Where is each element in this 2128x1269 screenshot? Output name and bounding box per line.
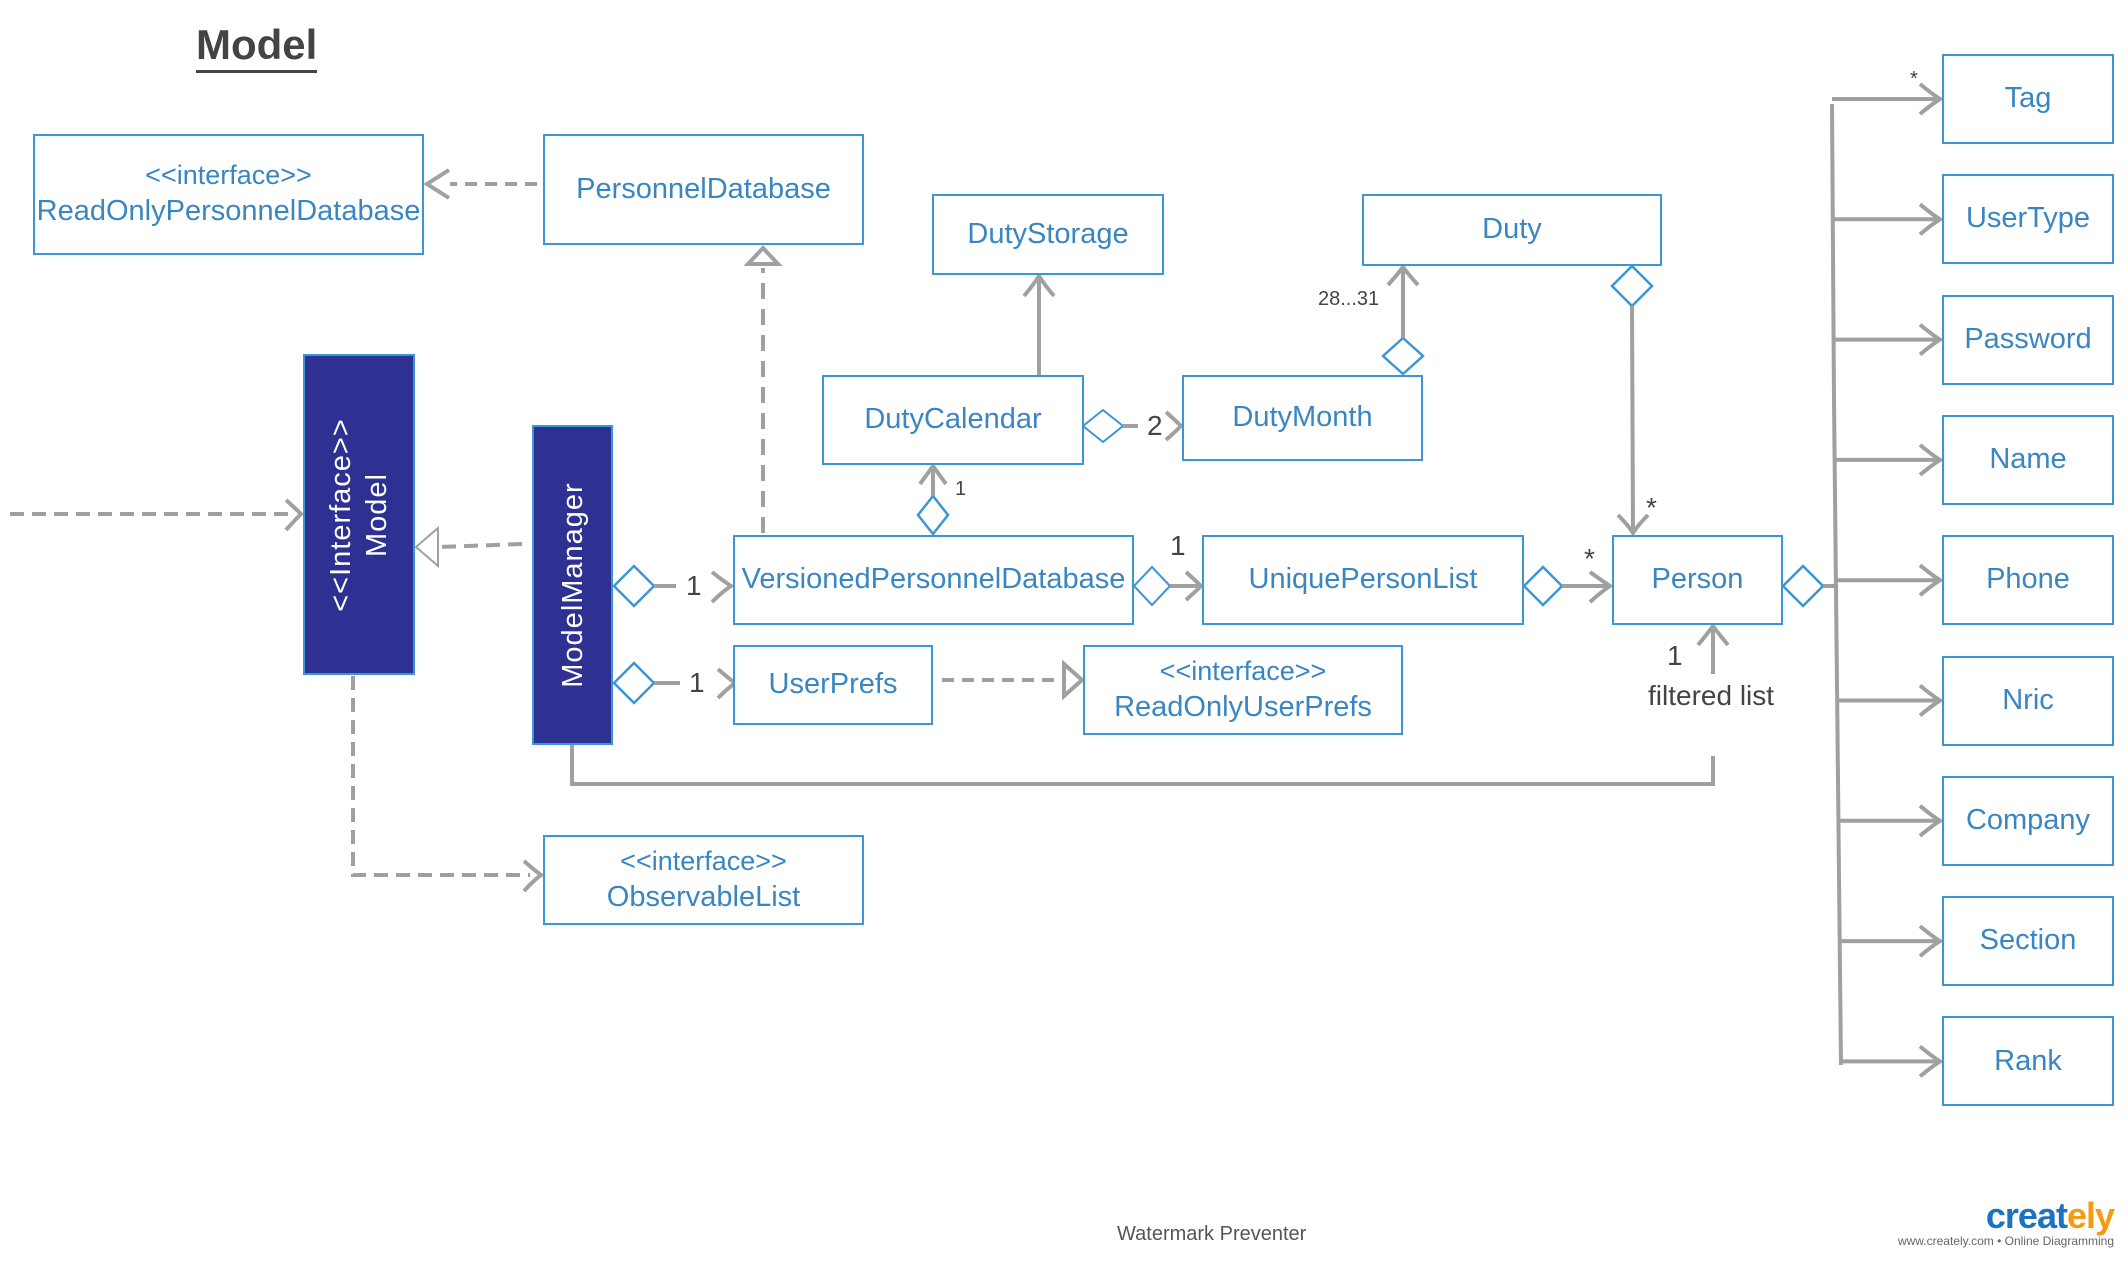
class-name: Rank: [1994, 1044, 2062, 1077]
class-name: ModelManager: [556, 482, 589, 688]
multiplicity-filtered-list: 1: [1667, 640, 1683, 671]
class-name: Phone: [1986, 563, 2070, 596]
class-name[interactable]: Name: [1942, 414, 2114, 505]
class-person[interactable]: Person: [1612, 535, 1783, 625]
class-duty-month[interactable]: DutyMonth: [1182, 375, 1423, 461]
class-name: UniquePersonList: [1248, 563, 1478, 596]
uml-diagram-canvas: Model <<interface>> ReadOnlyPersonnelDat…: [0, 0, 2128, 1269]
class-usertype[interactable]: UserType: [1942, 174, 2114, 265]
arrow-to-section: [1839, 924, 1944, 958]
class-tag[interactable]: Tag: [1942, 54, 2114, 144]
aggregation-month-to-duty: [1381, 263, 1425, 376]
class-duty-calendar[interactable]: DutyCalendar: [822, 375, 1084, 465]
stereotype-label: <<interface>>: [620, 845, 787, 876]
arrow-to-usertype: [1833, 202, 1944, 236]
multiplicity-duty-person: *: [1646, 492, 1657, 523]
stereotype-label: <<interface>>: [1159, 655, 1327, 686]
filtered-list-label: filtered list: [1648, 680, 1775, 711]
dependency-model-to-observablelist: [351, 676, 545, 893]
arrow-to-rank: [1841, 1044, 1944, 1078]
class-read-only-user-prefs[interactable]: <<interface>> ReadOnlyUserPrefs: [1083, 645, 1403, 735]
class-name: Person: [1651, 563, 1744, 596]
class-name: DutyCalendar: [864, 403, 1042, 436]
assoc-calendar-to-storage: [1022, 272, 1056, 375]
multiplicity-upl-person: *: [1584, 543, 1595, 574]
class-name: Section: [1979, 924, 2077, 957]
multiplicity-tag: *: [1910, 68, 1918, 90]
interface-model[interactable]: <<Interface>> Model: [303, 354, 415, 675]
class-user-prefs[interactable]: UserPrefs: [733, 645, 933, 725]
stereotype-label: <<Interface>>: [324, 417, 357, 612]
class-name: UserPrefs: [768, 668, 898, 701]
creately-logo: creately www.creately.com • Online Diagr…: [1897, 1195, 2115, 1249]
multiplicity-calendar-month: 2: [1147, 410, 1163, 441]
realization-mm-to-model: [414, 525, 523, 569]
realization-vpd-to-personneldb: [743, 245, 783, 533]
class-name: Duty: [1482, 213, 1542, 246]
class-versioned-personnel-database[interactable]: VersionedPersonnelDatabase: [733, 535, 1134, 625]
class-section[interactable]: Section: [1942, 896, 2114, 987]
class-name: PersonnelDatabase: [576, 172, 831, 205]
multiplicity-mm-vpd: 1: [686, 570, 702, 601]
watermark-text: Watermark Preventer: [1117, 1223, 1307, 1245]
class-read-only-personnel-database[interactable]: <<interface>> ReadOnlyPersonnelDatabase: [33, 134, 424, 255]
class-password[interactable]: Password: [1942, 294, 2114, 385]
class-name: ReadOnlyPersonnelDatabase: [36, 195, 421, 228]
class-company[interactable]: Company: [1942, 775, 2114, 866]
class-observable-list[interactable]: <<interface>> ObservableList: [543, 835, 864, 925]
diagram-title: Model: [196, 21, 318, 74]
class-model-manager[interactable]: ModelManager: [532, 425, 613, 745]
class-name: VersionedPersonnelDatabase: [741, 563, 1126, 596]
attribute-arrows: [1832, 82, 1944, 1078]
class-name: Tag: [2004, 82, 2052, 115]
class-personnel-database[interactable]: PersonnelDatabase: [543, 134, 864, 245]
class-name: Name: [1989, 443, 2067, 476]
logo-tagline: www.creately.com • Online Diagramming: [1897, 1234, 2114, 1248]
class-name: Password: [1964, 322, 2092, 355]
class-phone[interactable]: Phone: [1942, 535, 2114, 626]
class-name: Model: [361, 472, 393, 557]
aggregation-person-to-attributes: [1781, 103, 1843, 1066]
aggregation-upl-to-person: [1522, 565, 1614, 607]
logo-brand-accent: ely: [2066, 1195, 2115, 1236]
class-duty[interactable]: Duty: [1362, 194, 1662, 266]
aggregation-mm-to-userprefs: [612, 661, 739, 705]
multiplicity-vpd-calendar: 1: [955, 478, 967, 500]
multiplicity-month-duty: 28...31: [1318, 288, 1380, 310]
class-name: UserType: [1965, 202, 2091, 235]
multiplicity-mm-userprefs: 1: [689, 667, 705, 698]
aggregation-vpd-to-calendar: [916, 462, 950, 537]
aggregation-mm-to-vpd: [612, 564, 735, 608]
class-unique-person-list[interactable]: UniquePersonList: [1202, 535, 1524, 625]
composition-vpd-to-upl: [1132, 565, 1204, 607]
class-name: ObservableList: [606, 880, 801, 913]
dependency-into-model: [10, 498, 304, 532]
logo-brand-main: creat: [1985, 1195, 2068, 1236]
multiplicity-vpd-upl: 1: [1170, 530, 1186, 561]
arrow-to-password: [1834, 323, 1944, 357]
realization-userprefs-to-readonly: [942, 659, 1086, 701]
arrow-to-tag: [1832, 82, 1944, 116]
arrow-to-nric: [1837, 683, 1944, 718]
class-name: DutyMonth: [1232, 401, 1373, 434]
class-duty-storage[interactable]: DutyStorage: [932, 194, 1164, 275]
class-name: Nric: [2002, 683, 2054, 716]
class-name: DutyStorage: [967, 217, 1129, 250]
composition-calendar-to-month: [1081, 408, 1184, 444]
arrow-to-company: [1838, 804, 1944, 838]
class-nric[interactable]: Nric: [1942, 655, 2114, 746]
realization-personneldb-to-readonly: [423, 168, 537, 200]
arrow-to-name: [1835, 443, 1944, 477]
class-name: Company: [1965, 803, 2091, 836]
stereotype-label: <<interface>>: [145, 160, 312, 191]
class-rank[interactable]: Rank: [1942, 1016, 2114, 1107]
arrow-to-phone: [1836, 563, 1944, 597]
class-name: ReadOnlyUserPrefs: [1114, 690, 1372, 723]
